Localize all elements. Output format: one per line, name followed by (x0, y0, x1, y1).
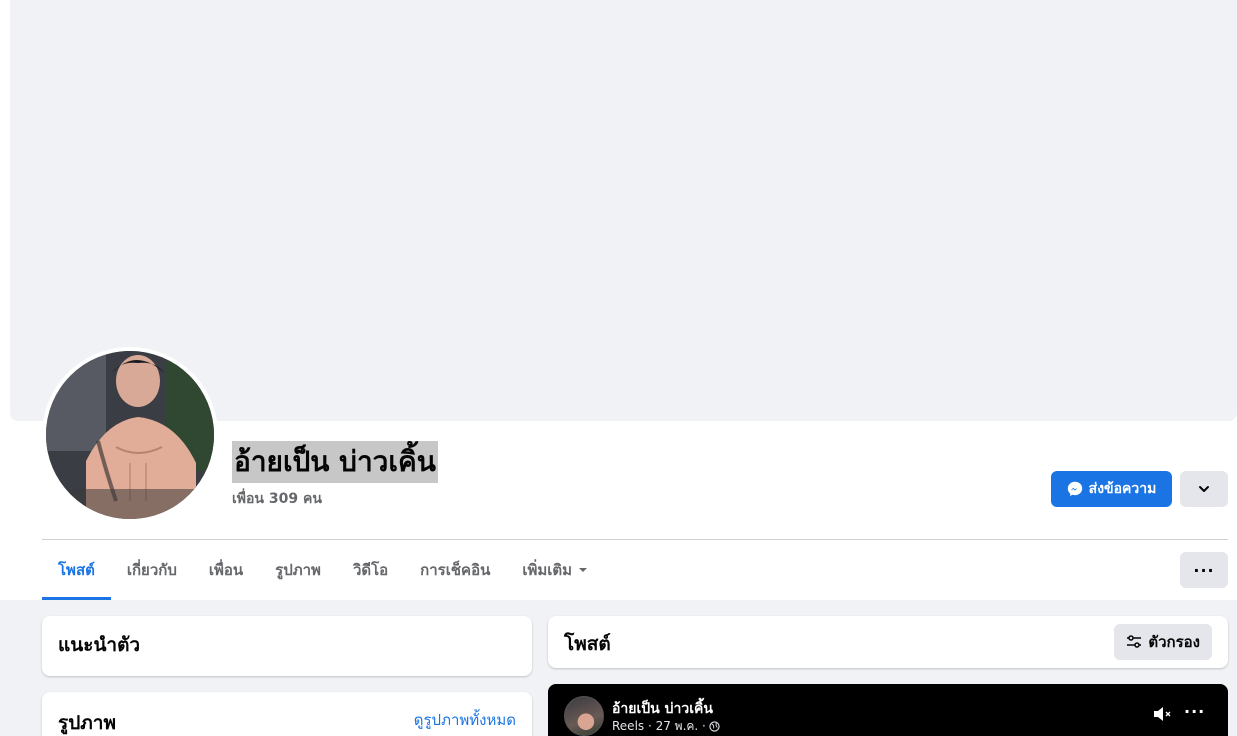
profile-picture-art (46, 351, 214, 519)
messenger-icon (1067, 481, 1082, 496)
intro-card: แนะนำตัว (42, 616, 532, 676)
photos-title: รูปภาพ (58, 712, 116, 734)
tab-label: โพสต์ (58, 561, 95, 579)
friends-count[interactable]: เพื่อน 309 คน (232, 488, 322, 510)
tab-about[interactable]: เกี่ยวกับ (111, 540, 193, 600)
tab-posts[interactable]: โพสต์ (42, 540, 111, 600)
message-button[interactable]: ส่งข้อความ (1051, 471, 1172, 507)
tab-checkins[interactable]: การเช็คอิน (404, 540, 506, 600)
tab-more[interactable]: เพิ่มเติม (506, 540, 604, 600)
tab-label: วิดีโอ (352, 561, 389, 579)
chevron-down-icon (1199, 486, 1209, 492)
photos-card: รูปภาพ ดูรูปภาพทั้งหมด (42, 692, 532, 736)
tab-videos[interactable]: วิดีโอ (337, 540, 404, 600)
tab-friends[interactable]: เพื่อน (193, 540, 259, 600)
reel-author-avatar[interactable] (564, 696, 604, 736)
reel-meta: Reels · 27 พ.ค. · (612, 717, 720, 736)
tab-label: เพื่อน (208, 561, 244, 579)
message-button-label: ส่งข้อความ (1088, 481, 1157, 497)
tab-label: เกี่ยวกับ (126, 561, 177, 579)
tab-label: รูปภาพ (275, 561, 321, 579)
caret-down-icon (579, 568, 588, 572)
reel-more-button[interactable]: ··· (1184, 702, 1205, 721)
mute-icon[interactable] (1152, 704, 1174, 724)
filter-icon (1127, 635, 1142, 648)
cover-photo[interactable] (10, 0, 1237, 421)
profile-tabs: โพสต์ เกี่ยวกับ เพื่อน รูปภาพ วิดีโอ การ… (42, 540, 604, 600)
reel-meta-text: Reels · 27 พ.ค. · (612, 719, 706, 733)
tab-label: เพิ่มเติม (522, 561, 573, 579)
tab-label: การเช็คอิน (420, 561, 491, 579)
filter-button[interactable]: ตัวกรอง (1114, 624, 1212, 660)
profile-picture-frame[interactable] (42, 347, 218, 523)
profile-name-wrap: อ้ายเป็น บ่าวเคิ้น (232, 441, 438, 483)
profile-page: อ้ายเป็น บ่าวเคิ้น เพื่อน 309 คน ส่งข้อค… (0, 0, 1237, 736)
globe-icon (709, 721, 720, 732)
posts-header-card: โพสต์ ตัวกรอง (548, 616, 1228, 668)
see-all-photos-link[interactable]: ดูรูปภาพทั้งหมด (414, 708, 516, 732)
posts-title: โพสต์ (564, 633, 611, 655)
profile-name: อ้ายเป็น บ่าวเคิ้น (232, 441, 438, 483)
profile-picture[interactable] (46, 351, 214, 519)
intro-title: แนะนำตัว (58, 634, 141, 656)
tabs-more-button[interactable]: ··· (1180, 552, 1228, 588)
profile-options-button[interactable] (1180, 471, 1228, 507)
tab-photos[interactable]: รูปภาพ (259, 540, 337, 600)
filter-button-label: ตัวกรอง (1148, 633, 1200, 651)
reel-post[interactable]: อ้ายเป็น บ่าวเคิ้น Reels · 27 พ.ค. · ··· (548, 684, 1228, 736)
